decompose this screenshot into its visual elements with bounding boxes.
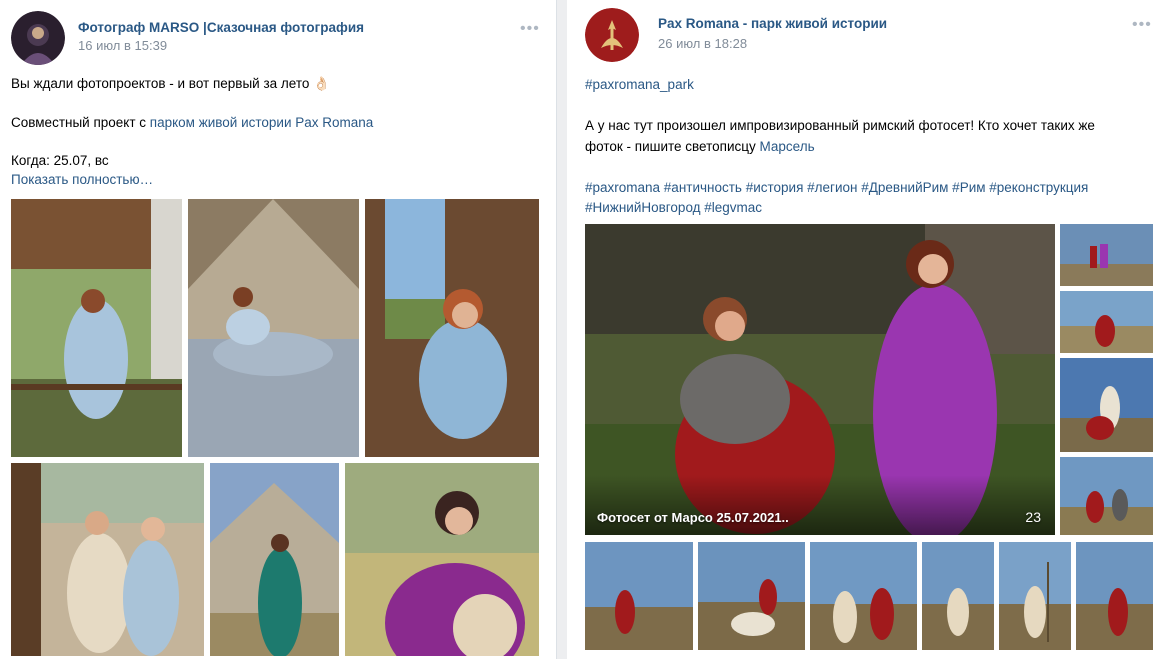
feed-gap xyxy=(557,0,567,659)
post-marso: Фотограф MARSO |Сказочная фотография 16 … xyxy=(0,0,557,659)
album-thumbnail[interactable] xyxy=(1060,358,1153,452)
author-avatar[interactable] xyxy=(11,11,65,65)
album-photo-count: 23 xyxy=(1025,509,1041,525)
post-pax-romana: Pax Romana - парк живой истории 26 июл в… xyxy=(567,0,1164,659)
post-photo[interactable] xyxy=(210,463,339,656)
album-cover-photo[interactable]: Фотосет от Марсо 25.07.2021.. 23 xyxy=(585,224,1055,535)
post-text-line2-prefix: Совместный проект с xyxy=(11,115,150,130)
album-thumbnail[interactable] xyxy=(585,542,693,650)
album-thumbnail[interactable] xyxy=(999,542,1071,650)
post-photo[interactable] xyxy=(365,199,539,457)
post-text-line2: фоток - пишите светописцу Марсель xyxy=(585,137,815,157)
post-text-line3: Когда: 25.07, вс xyxy=(11,153,109,168)
more-options-icon[interactable]: ••• xyxy=(1132,16,1152,34)
hashtags-line2[interactable]: #НижнийНовгород #legvmac xyxy=(585,198,762,218)
post-photo[interactable] xyxy=(11,463,204,656)
album-thumbnail[interactable] xyxy=(1076,542,1153,650)
album-title: Фотосет от Марсо 25.07.2021.. xyxy=(597,510,789,525)
marsel-link[interactable]: Марсель xyxy=(759,139,814,154)
post-text-line1: Вы ждали фотопроектов - и вот первый за … xyxy=(11,74,330,94)
album-thumbnail[interactable] xyxy=(1060,224,1153,286)
post-photo[interactable] xyxy=(188,199,359,457)
hashtags-line1[interactable]: #paxromana #античность #история #легион … xyxy=(585,178,1088,198)
album-thumbnail[interactable] xyxy=(1060,457,1153,535)
show-more-link[interactable]: Показать полностью… xyxy=(11,170,153,190)
post-photo[interactable] xyxy=(11,199,182,457)
author-avatar[interactable] xyxy=(585,8,639,62)
more-options-icon[interactable]: ••• xyxy=(520,20,540,38)
post-text-line1: А у нас тут произошел импровизированный … xyxy=(585,118,1095,133)
post-text-line1-content: Вы ждали фотопроектов - и вот первый за … xyxy=(11,76,310,91)
post-date[interactable]: 16 июл в 15:39 xyxy=(78,38,167,53)
album-thumbnail[interactable] xyxy=(922,542,994,650)
ok-hand-emoji: 👌🏻 xyxy=(313,76,330,91)
post-date[interactable]: 26 июл в 18:28 xyxy=(658,36,747,51)
album-thumbnail[interactable] xyxy=(1060,291,1153,353)
author-name[interactable]: Pax Romana - парк живой истории xyxy=(658,16,887,31)
author-name[interactable]: Фотограф MARSO |Сказочная фотография xyxy=(78,20,364,35)
album-overlay-gradient xyxy=(585,475,1055,535)
hashtag-paxromana-park[interactable]: #paxromana_park xyxy=(585,75,694,95)
album-thumbnail[interactable] xyxy=(810,542,917,650)
post-text-line2: Совместный проект с парком живой истории… xyxy=(11,113,373,133)
post-photo[interactable] xyxy=(345,463,539,656)
pax-romana-link[interactable]: парком живой истории Pax Romana xyxy=(150,115,374,130)
album-thumbnail[interactable] xyxy=(698,542,805,650)
post-text-line2-prefix: фоток - пишите светописцу xyxy=(585,139,760,154)
